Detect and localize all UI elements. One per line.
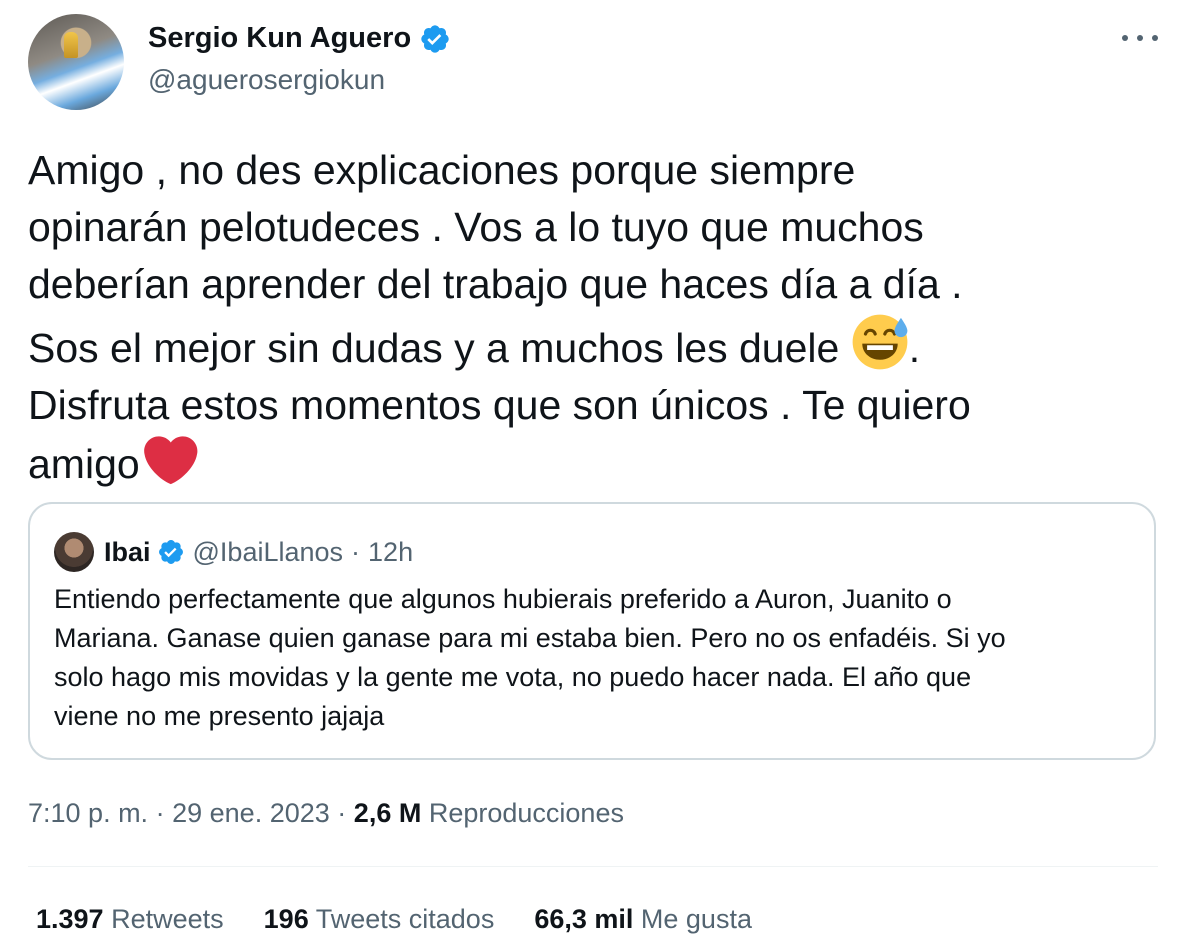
tweet-text: Amigo , no des explicaciones porque siem… [28,142,1148,493]
quoted-line: viene no me presento jajaja [54,701,385,731]
tweet-line: amigo [28,441,140,487]
likes-stat[interactable]: 66,3 mil Me gusta [534,904,752,935]
quotes-count: 196 [263,904,309,934]
grinning-sweat-emoji-icon [852,314,908,370]
meta-separator: · [337,798,347,828]
tweet-date[interactable]: 29 ene. 2023 [172,798,330,828]
quoted-tweet-time: 12h [368,536,414,567]
tweet-line-period: . [908,325,921,371]
trophy-graphic [64,32,78,58]
retweets-stat[interactable]: 1.397 Retweets [36,904,224,935]
quoted-line: Mariana. Ganase quien ganase para mi est… [54,623,1006,653]
red-heart-emoji-icon [143,436,198,485]
quoted-line: solo hago mis movidas y la gente me vota… [54,662,972,692]
tweet-line: Disfruta estos momentos que son únicos .… [28,382,971,428]
quoted-author-avatar [54,532,94,572]
likes-count: 66,3 mil [534,904,634,934]
retweets-count: 1.397 [36,904,104,934]
quoted-author-name: Ibai [104,536,151,567]
quoted-author-handle: @IbaiLlanos [192,536,344,567]
tweet-timestamp-row: 7:10 p. m. · 29 ene. 2023 · 2,6 M Reprod… [28,798,624,829]
quoted-tweet-header: Ibai @IbaiLlanos · 12h [54,532,413,572]
tweet-line: deberían aprender del trabajo que haces … [28,261,963,307]
tweet-line: Sos el mejor sin dudas y a muchos les du… [28,325,840,371]
author-handle[interactable]: @aguerosergiokun [148,64,385,96]
quoted-tweet-card[interactable]: Ibai @IbaiLlanos · 12h Entiendo perfecta… [28,502,1156,760]
quotes-label: Tweets citados [315,904,495,934]
views-count: 2,6 M [353,798,422,828]
tweet-time[interactable]: 7:10 p. m. [28,798,148,828]
quote-tweets-stat[interactable]: 196 Tweets citados [264,904,495,935]
tweet-line-with-heart: amigo [28,434,1148,493]
engagement-stats: 1.397 Retweets 196 Tweets citados 66,3 m… [36,904,792,935]
meta-separator: · [351,536,361,567]
views-label: Reproducciones [428,798,624,828]
likes-label: Me gusta [640,904,752,934]
tweet-line: opinarán pelotudeces . Vos a lo tuyo que… [28,204,924,250]
quoted-line: Entiendo perfectamente que algunos hubie… [54,584,952,614]
more-options-icon[interactable] [1122,26,1158,50]
author-name-row: Sergio Kun Aguero [148,22,451,55]
quoted-tweet-text: Entiendo perfectamente que algunos hubie… [54,580,1134,736]
tweet-line: Amigo , no des explicaciones porque siem… [28,147,856,193]
verified-badge-icon [158,540,183,564]
verified-badge-icon [421,24,449,53]
meta-separator: · [155,798,165,828]
tweet-line-with-emoji: Sos el mejor sin dudas y a muchos les du… [28,313,1148,377]
author-avatar[interactable] [28,14,124,110]
author-name[interactable]: Sergio Kun Aguero [148,22,411,55]
retweets-label: Retweets [111,904,224,934]
divider [28,866,1158,867]
